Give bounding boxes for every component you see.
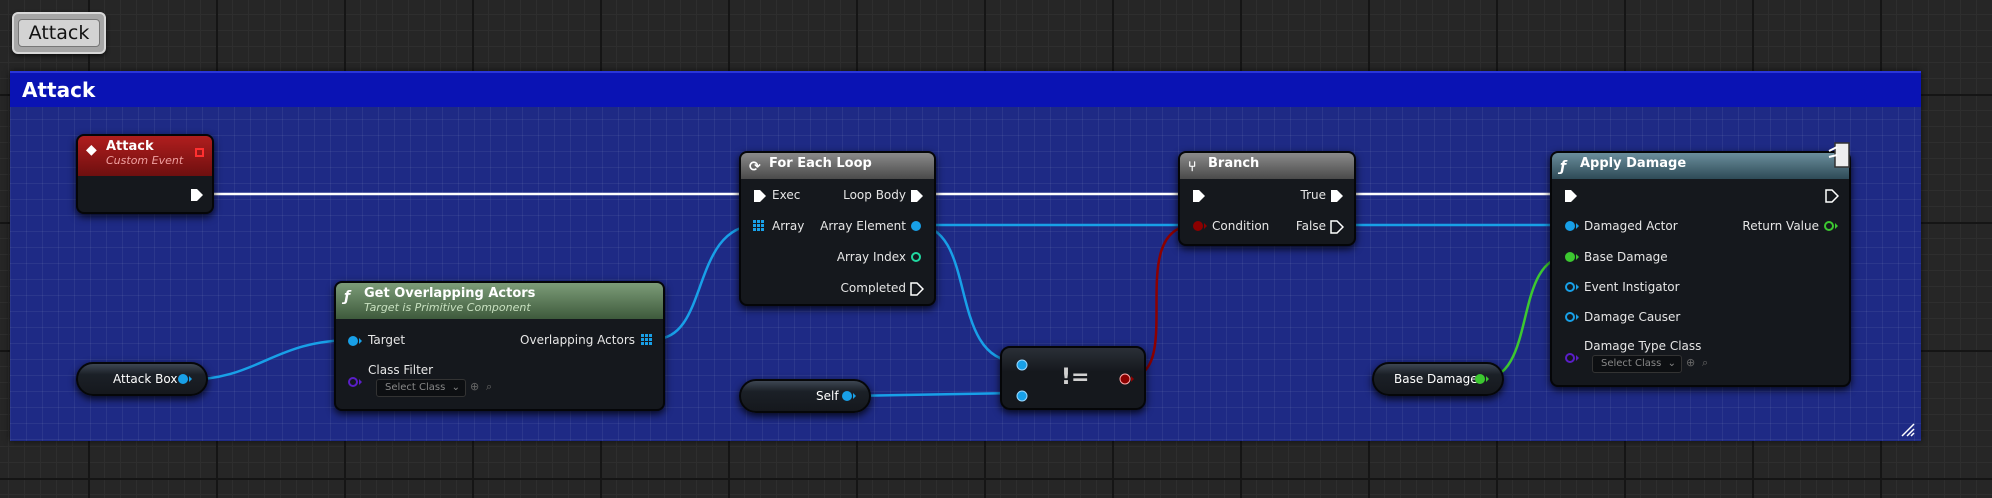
true-exec-pin[interactable] [1330, 189, 1344, 203]
damage-type-class-pin[interactable] [1564, 352, 1580, 364]
browse-icon[interactable]: ⌕ [486, 380, 492, 394]
class-filter-pin[interactable] [347, 376, 363, 388]
class-filter-select-value: Select Class [385, 382, 446, 393]
array-label: Array [772, 219, 805, 233]
event-instigator-pin[interactable] [1564, 281, 1580, 293]
for-each-loop-title: For Each Loop [769, 156, 872, 171]
custom-event-header: ◆ Attack Custom Event [78, 136, 212, 176]
base-damage-var-label: Base Damage [1394, 372, 1478, 386]
branch-icon: ⑂ [1188, 159, 1197, 175]
branch-node[interactable]: ⑂ Branch Condition True False [1178, 151, 1356, 246]
completed-label: Completed [840, 281, 906, 295]
get-overlapping-actors-header: ƒ Get Overlapping Actors Target is Primi… [336, 283, 663, 319]
not-equal-input-a-pin[interactable] [1015, 358, 1029, 372]
event-icon: ◆ [86, 142, 97, 158]
loop-body-exec-pin[interactable] [910, 189, 924, 203]
apply-damage-node[interactable]: ƒ Apply Damage Damaged Actor Return Valu… [1550, 142, 1851, 387]
exec-out-pin[interactable] [190, 188, 204, 202]
array-element-label: Array Element [820, 219, 906, 233]
get-overlapping-actors-title: Get Overlapping Actors [364, 286, 536, 301]
base-damage-pin[interactable] [1564, 251, 1580, 263]
class-filter-label: Class Filter [368, 363, 434, 377]
function-icon: ƒ [344, 289, 351, 305]
base-damage-label: Base Damage [1584, 250, 1668, 264]
return-value-label: Return Value [1742, 219, 1819, 233]
completed-exec-pin[interactable] [910, 282, 924, 296]
target-pin[interactable] [347, 335, 363, 347]
damage-causer-pin[interactable] [1564, 311, 1580, 323]
overlapping-actors-label: Overlapping Actors [520, 333, 635, 347]
branch-header: ⑂ Branch [1180, 153, 1354, 179]
use-selected-icon[interactable]: ⊕ [470, 380, 479, 393]
class-filter-select[interactable]: Select Class ⌄ [376, 379, 466, 397]
array-element-pin[interactable] [910, 220, 924, 232]
custom-event-node[interactable]: ◆ Attack Custom Event [76, 134, 214, 214]
condition-pin[interactable] [1192, 220, 1208, 232]
exec-label: Exec [772, 188, 801, 202]
network-icon [1828, 142, 1850, 168]
attack-box-out-pin[interactable] [177, 373, 193, 385]
condition-label: Condition [1212, 219, 1270, 233]
overlapping-actors-array-pin[interactable] [641, 334, 653, 346]
custom-event-title: Attack [106, 139, 154, 154]
loop-body-label: Loop Body [843, 188, 906, 202]
browse-icon[interactable]: ⌕ [1702, 356, 1708, 370]
use-selected-icon[interactable]: ⊕ [1686, 356, 1695, 369]
branch-title: Branch [1208, 156, 1260, 171]
loop-icon: ⟳ [749, 159, 761, 175]
wire-self-to-not-equal [847, 391, 1020, 398]
get-overlapping-actors-subtitle: Target is Primitive Component [364, 301, 531, 314]
attack-box-label: Attack Box [113, 372, 178, 386]
self-out-pin[interactable] [841, 390, 857, 402]
damaged-actor-pin[interactable] [1564, 220, 1580, 232]
damage-type-select-value: Select Class [1601, 358, 1662, 369]
for-each-loop-header: ⟳ For Each Loop [741, 153, 934, 179]
return-value-pin[interactable] [1823, 220, 1839, 232]
not-equal-node[interactable]: != [1000, 346, 1146, 410]
event-instigator-label: Event Instigator [1584, 280, 1680, 294]
apply-damage-exec-in-pin[interactable] [1564, 189, 1578, 203]
apply-damage-exec-out-pin[interactable] [1825, 189, 1839, 203]
chevron-down-icon: ⌄ [451, 382, 460, 393]
true-label: True [1300, 188, 1327, 202]
base-damage-out-pin[interactable] [1474, 373, 1490, 385]
function-icon: ƒ [1560, 159, 1567, 175]
self-variable-node[interactable]: Self [739, 379, 871, 413]
chevron-down-icon: ⌄ [1667, 358, 1676, 369]
not-equal-operator: != [1061, 365, 1090, 390]
get-overlapping-actors-node[interactable]: ƒ Get Overlapping Actors Target is Primi… [334, 281, 665, 411]
array-index-label: Array Index [836, 250, 906, 264]
wire-attack-box-to-target [183, 338, 355, 382]
apply-damage-header: ƒ Apply Damage [1552, 153, 1849, 179]
damage-causer-label: Damage Causer [1584, 310, 1681, 324]
exec-in-pin[interactable] [753, 189, 767, 203]
base-damage-variable-node[interactable]: Base Damage [1372, 362, 1504, 396]
array-index-pin[interactable] [910, 251, 924, 263]
for-each-loop-node[interactable]: ⟳ For Each Loop Exec Array Loop Body Arr… [739, 151, 936, 306]
damage-type-class-select[interactable]: Select Class ⌄ [1592, 355, 1682, 373]
attack-box-variable-node[interactable]: Attack Box [76, 362, 208, 396]
damaged-actor-label: Damaged Actor [1584, 219, 1678, 233]
not-equal-output-pin[interactable] [1119, 373, 1135, 385]
false-exec-pin[interactable] [1330, 220, 1344, 234]
self-label: Self [816, 389, 839, 403]
array-in-pin[interactable] [753, 220, 765, 232]
false-label: False [1295, 219, 1326, 233]
not-equal-input-b-pin[interactable] [1015, 389, 1029, 403]
delegate-pin-icon[interactable] [195, 148, 204, 157]
apply-damage-title: Apply Damage [1580, 156, 1687, 171]
target-pin-label: Target [368, 333, 406, 347]
damage-type-class-label: Damage Type Class [1584, 339, 1702, 353]
branch-exec-in-pin[interactable] [1192, 189, 1206, 203]
custom-event-subtitle: Custom Event [106, 154, 184, 167]
